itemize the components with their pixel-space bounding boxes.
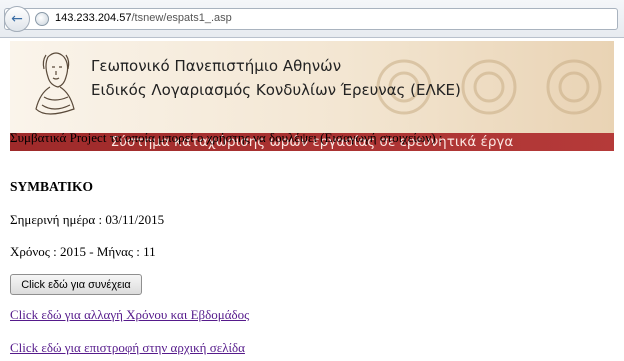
back-arrow-icon: ← [11,11,23,27]
intro-text: Συμβατικά Project τα οποία μπορεί ο χρήσ… [10,130,443,145]
address-bar[interactable]: ← 143.233.204.57/tsnew/espats1_.asp [4,6,618,32]
continue-button[interactable]: Click εδώ για συνέχεια [10,274,142,295]
url-path: /tsnew/espats1_.asp [131,12,232,24]
current-date: Σημερινή ημέρα : 03/11/2015 [10,212,165,227]
back-button[interactable]: ← [4,6,30,32]
project-name: SYMBATIKO [10,179,94,194]
globe-icon [35,12,49,26]
year-month-info: Χρόνος : 2015 - Μήνας : 11 [10,244,156,259]
browser-toolbar: ← 143.233.204.57/tsnew/espats1_.asp [0,0,624,38]
url-text[interactable]: 143.233.204.57/tsnew/espats1_.asp [55,12,232,24]
change-year-week-link[interactable]: Click εδώ για αλλαγή Χρόνου και Εβδομάδο… [10,307,249,323]
department-title: Ειδικός Λογαριασμός Κονδυλίων Έρευνας (Ε… [91,81,461,99]
url-host: 143.233.204.57 [55,12,132,24]
university-title: Γεωπονικό Πανεπιστήμιο Αθηνών [91,57,342,75]
university-logo [35,52,75,115]
return-home-link[interactable]: Click εδώ για επιστροφή στην αρχική σελί… [10,340,245,356]
